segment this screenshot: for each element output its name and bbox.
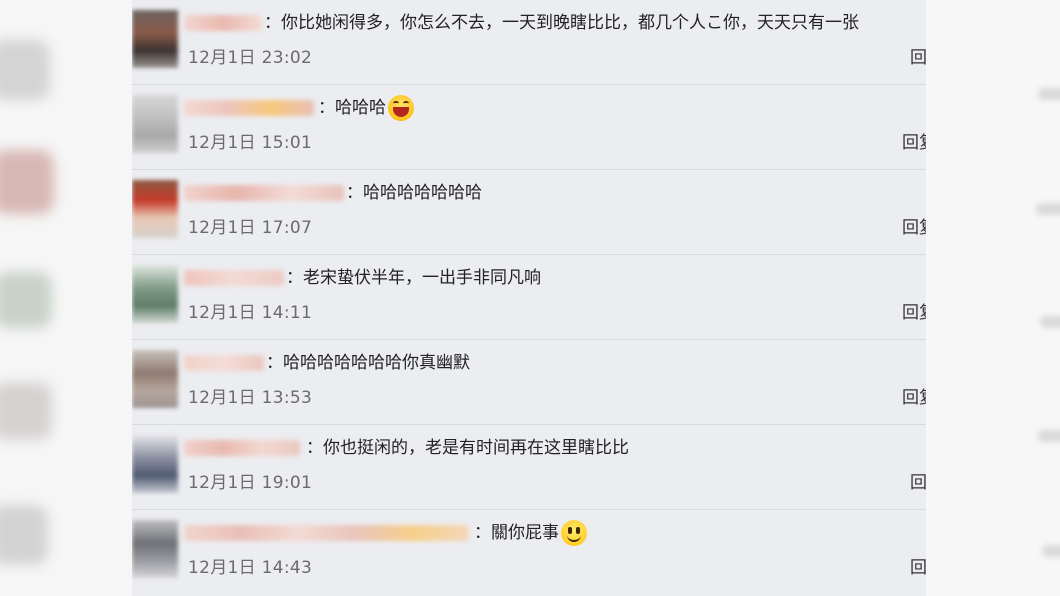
reply-link[interactable]: 回复 <box>902 216 926 240</box>
username-blurred[interactable] <box>184 440 300 456</box>
user-avatar[interactable] <box>132 435 178 493</box>
user-avatar[interactable] <box>132 350 178 408</box>
comment-timestamp: 12月1日 14:43 <box>188 558 313 578</box>
comment-timestamp: 12月1日 19:01 <box>188 473 313 493</box>
comment-item: ：你比她闲得多，你怎么不去，一天到晚瞎比比，都几个人こ你，天天只有一张 12月1… <box>132 0 926 85</box>
username-blurred[interactable] <box>184 185 344 201</box>
comment-text-content: ：關你屁事 <box>474 523 559 543</box>
user-avatar[interactable] <box>132 520 178 578</box>
comment-timestamp: 12月1日 15:01 <box>188 133 313 153</box>
comment-text: ：哈哈哈哈哈哈哈 <box>346 183 482 203</box>
comment-timestamp: 12月1日 23:02 <box>188 48 313 68</box>
username-blurred[interactable] <box>184 100 314 116</box>
comment-text: ：哈哈哈 <box>318 93 414 123</box>
user-avatar[interactable] <box>132 10 178 68</box>
comment-item: ：哈哈哈 12月1日 15:01 回复 <box>132 85 926 170</box>
comment-text: ：老宋蛰伏半年，一出手非同凡响 <box>286 268 541 288</box>
username-blurred[interactable] <box>184 270 284 286</box>
comment-text: ：你比她闲得多，你怎么不去，一天到晚瞎比比，都几个人こ你，天天只有一张 <box>264 13 859 33</box>
comment-text: ：你也挺闲的，老是有时间再在这里瞎比比 <box>306 438 629 458</box>
reply-link[interactable]: 回复 <box>910 556 926 580</box>
user-avatar[interactable] <box>132 265 178 323</box>
comment-text-content: ：哈哈哈 <box>318 98 386 118</box>
reply-link[interactable]: 回复 <box>910 471 926 495</box>
user-avatar[interactable] <box>132 95 178 153</box>
comment-item: ：老宋蛰伏半年，一出手非同凡响 12月1日 14:11 回复 <box>132 255 926 340</box>
screenshot-stage: ：你比她闲得多，你怎么不去，一天到晚瞎比比，都几个人こ你，天天只有一张 12月1… <box>0 0 1060 596</box>
reply-link[interactable]: 回复 <box>902 131 926 155</box>
comment-timestamp: 12月1日 17:07 <box>188 218 313 238</box>
comment-timestamp: 12月1日 13:53 <box>188 388 313 408</box>
user-avatar[interactable] <box>132 180 178 238</box>
laughing-face-icon <box>388 95 414 121</box>
username-blurred[interactable] <box>184 525 469 541</box>
comment-item: ：哈哈哈哈哈哈哈你真幽默 12月1日 13:53 回复 <box>132 340 926 425</box>
reply-link[interactable]: 回复 <box>910 46 926 70</box>
comment-text: ：哈哈哈哈哈哈哈你真幽默 <box>266 353 470 373</box>
comment-item: ：你也挺闲的，老是有时间再在这里瞎比比 12月1日 19:01 回复 <box>132 425 926 510</box>
comment-item: ：哈哈哈哈哈哈哈 12月1日 17:07 回复 <box>132 170 926 255</box>
username-blurred[interactable] <box>184 355 264 371</box>
username-blurred[interactable] <box>184 15 262 31</box>
blurred-right-column <box>926 0 1060 596</box>
comment-text: ：關你屁事 <box>474 518 587 548</box>
comment-item: ：關你屁事 12月1日 14:43 回复 <box>132 510 926 594</box>
comment-timestamp: 12月1日 14:11 <box>188 303 313 323</box>
smiley-face-icon <box>561 520 587 546</box>
reply-link[interactable]: 回复 <box>902 301 926 325</box>
reply-link[interactable]: 回复 <box>902 386 926 410</box>
blurred-left-column <box>0 0 132 596</box>
comment-list: ：你比她闲得多，你怎么不去，一天到晚瞎比比，都几个人こ你，天天只有一张 12月1… <box>132 0 926 596</box>
